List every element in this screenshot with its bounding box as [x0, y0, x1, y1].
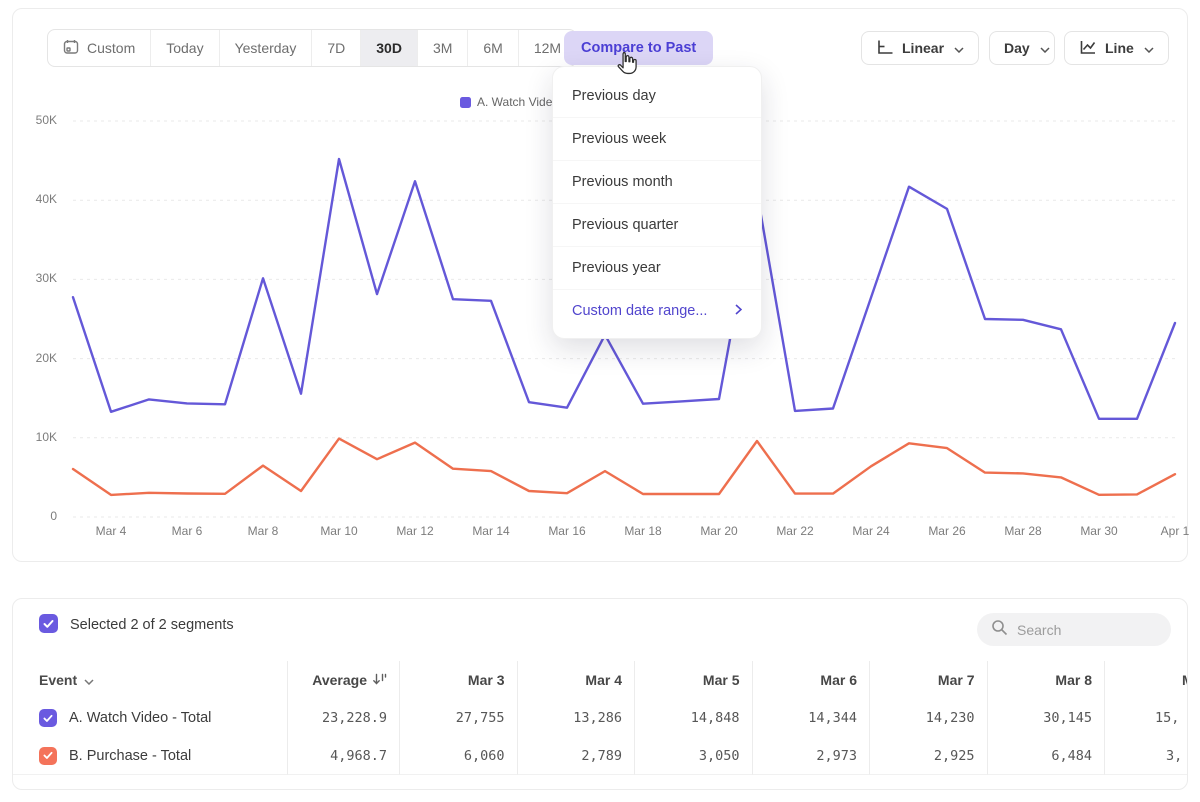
table-row-event[interactable]: B. Purchase - Total [13, 737, 287, 775]
x-axis-tick: Mar 8 [228, 524, 298, 538]
cursor-hand-icon [615, 51, 637, 80]
column-header-label: Event [39, 672, 77, 688]
selected-segments-label: Selected 2 of 2 segments [70, 617, 234, 633]
table-cell: 2,973 [752, 737, 870, 775]
column-header-date[interactable]: Mar 8 [987, 661, 1105, 699]
row-checkbox[interactable] [39, 747, 57, 765]
x-axis-tick: Mar 22 [760, 524, 830, 538]
table-cell: 3,050 [634, 737, 752, 775]
y-axis-tick: 50K [13, 113, 57, 127]
chevron-right-icon [735, 303, 742, 319]
x-axis-tick: Mar 24 [836, 524, 906, 538]
y-axis-tick: 10K [13, 430, 57, 444]
table-cell: 6,060 [399, 737, 517, 775]
search-input[interactable] [1017, 622, 1147, 638]
column-header-label: Mar 7 [938, 672, 975, 688]
column-header-label: Mar 5 [703, 672, 740, 688]
table-cell: 6,484 [987, 737, 1105, 775]
table-cell: 14,230 [869, 699, 987, 737]
x-axis-tick: Apr 1 [1140, 524, 1200, 538]
check-icon [43, 751, 53, 760]
table-cell: 3, [1104, 737, 1188, 775]
table-cell: 2,789 [517, 737, 635, 775]
x-axis-tick: Mar 14 [456, 524, 526, 538]
menu-item-label: Previous week [572, 131, 666, 147]
menu-item-label: Previous month [572, 174, 673, 190]
table-cell: 2,925 [869, 737, 987, 775]
table-cell: 30,145 [987, 699, 1105, 737]
column-header-date[interactable]: Mar 3 [399, 661, 517, 699]
select-all-checkbox[interactable] [39, 614, 58, 633]
table-cell: 13,286 [517, 699, 635, 737]
x-axis-tick: Mar 28 [988, 524, 1058, 538]
check-icon [43, 619, 54, 629]
chevron-down-icon [84, 672, 94, 688]
table-cell: 23,228.9 [287, 699, 399, 737]
x-axis-tick: Mar 12 [380, 524, 450, 538]
menu-item-label: Previous quarter [572, 217, 678, 233]
x-axis-tick: Mar 20 [684, 524, 754, 538]
segments-table-card: Selected 2 of 2 segments Event Average M… [12, 598, 1188, 790]
y-axis-tick: 0 [13, 509, 57, 523]
compare-to-past-menu: Previous day Previous week Previous mont… [552, 66, 762, 339]
column-header-date[interactable]: Mar 6 [752, 661, 870, 699]
menu-item-label: Previous day [572, 88, 656, 104]
x-axis-tick: Mar 26 [912, 524, 982, 538]
menu-item-previous-year[interactable]: Previous year [553, 246, 761, 289]
menu-item-previous-month[interactable]: Previous month [553, 160, 761, 203]
x-axis-tick: Mar 30 [1064, 524, 1134, 538]
table-cell: 15, [1104, 699, 1188, 737]
menu-item-custom-date-range[interactable]: Custom date range... [553, 289, 761, 332]
row-label: B. Purchase - Total [69, 748, 191, 764]
column-header-label: Mar 4 [585, 672, 622, 688]
series-a-swatch [460, 97, 471, 108]
table-cell: 14,344 [752, 699, 870, 737]
table-cell: 4,968.7 [287, 737, 399, 775]
table-row-event[interactable]: A. Watch Video - Total [13, 699, 287, 737]
y-axis-tick: 30K [13, 271, 57, 285]
menu-item-label: Previous year [572, 260, 661, 276]
table-cell: 14,848 [634, 699, 752, 737]
menu-item-previous-week[interactable]: Previous week [553, 117, 761, 160]
column-header-label: Mar 3 [468, 672, 505, 688]
column-header-label: M [1182, 672, 1188, 688]
search-box[interactable] [977, 613, 1171, 646]
y-axis-tick: 20K [13, 351, 57, 365]
column-header-event[interactable]: Event [13, 661, 287, 699]
sort-descending-icon [372, 672, 387, 689]
column-header-date[interactable]: Mar 4 [517, 661, 635, 699]
row-checkbox[interactable] [39, 709, 57, 727]
column-header-date[interactable]: Mar 7 [869, 661, 987, 699]
x-axis-tick: Mar 10 [304, 524, 374, 538]
check-icon [43, 714, 53, 723]
column-header-average[interactable]: Average [287, 661, 399, 699]
row-label: A. Watch Video - Total [69, 710, 211, 726]
segments-table: Event Average Mar 3 Mar 4 Mar 5 Mar 6 Ma… [13, 661, 1188, 775]
column-header-label: Mar 6 [820, 672, 857, 688]
x-axis-tick: Mar 18 [608, 524, 678, 538]
column-header-date[interactable]: M [1104, 661, 1188, 699]
menu-item-previous-day[interactable]: Previous day [553, 74, 761, 117]
x-axis-tick: Mar 4 [76, 524, 146, 538]
menu-item-label: Custom date range... [572, 303, 707, 319]
column-header-label: Mar 8 [1055, 672, 1092, 688]
search-icon [991, 619, 1008, 641]
table-cell: 27,755 [399, 699, 517, 737]
x-axis-tick: Mar 16 [532, 524, 602, 538]
x-axis-tick: Mar 6 [152, 524, 222, 538]
column-header-date[interactable]: Mar 5 [634, 661, 752, 699]
column-header-label: Average [312, 672, 367, 688]
menu-item-previous-quarter[interactable]: Previous quarter [553, 203, 761, 246]
y-axis-tick: 40K [13, 192, 57, 206]
